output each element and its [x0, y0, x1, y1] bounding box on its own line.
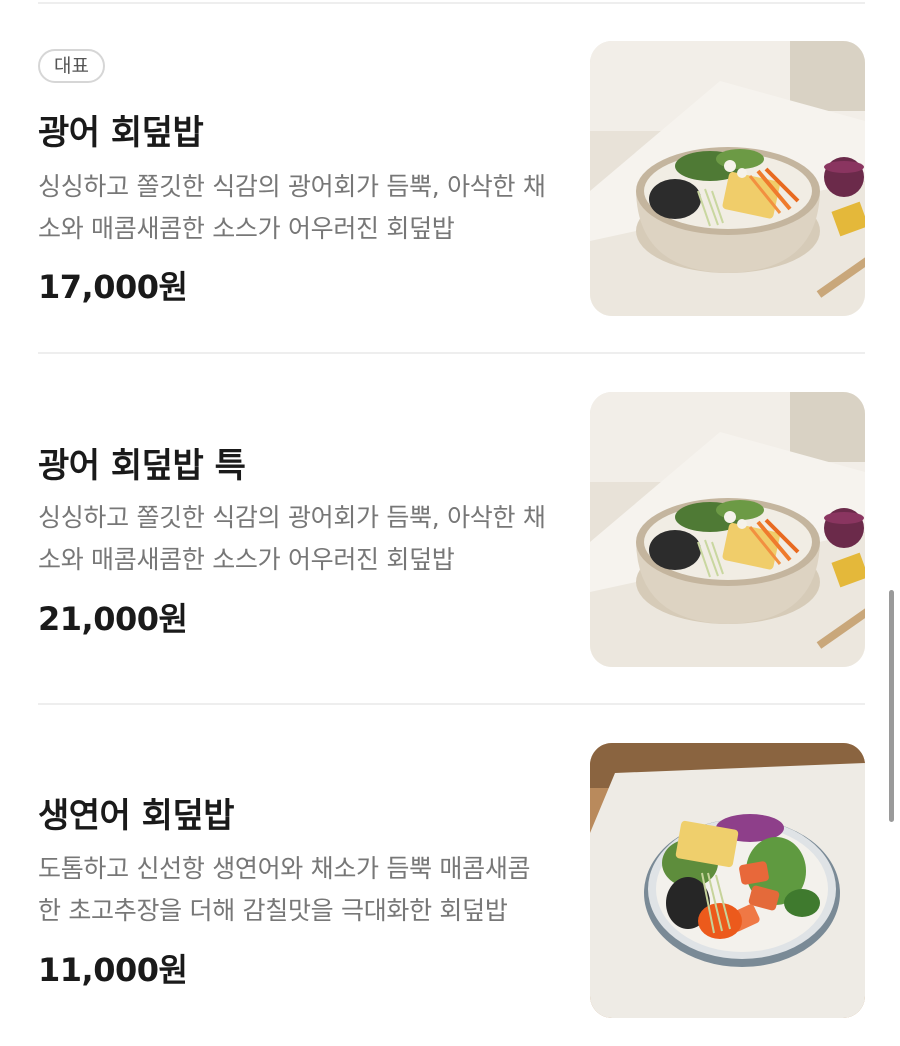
menu-item-price: 21,000원: [38, 600, 188, 638]
menu-item-photo[interactable]: [590, 392, 865, 667]
menu-item-description: 도톰하고 신선항 생연어와 채소가 듬뿍 매콤새콤한 초고추장을 더해 감칠맛을…: [38, 854, 531, 925]
menu-item-description: 싱싱하고 쫄깃한 식감의 광어회가 듬뿍, 아삭한 채소와 매콤새콤한 소스가 …: [38, 503, 546, 574]
menu-item-gwangeo-hoedeopbap[interactable]: 대표 광어 회덮밥 싱싱하고 쫄깃한 식감의 광어회가 듬뿍, 아삭한 채소와 …: [0, 0, 900, 350]
menu-item-description: 싱싱하고 쫄깃한 식감의 광어회가 듬뿍, 아삭한 채소와 매콤새콤한 소스가 …: [38, 172, 546, 243]
salmon-bowl-photo: [590, 743, 865, 1018]
menu-item-name: 광어 회덮밥: [38, 113, 204, 153]
flatfish-bowl-photo: [590, 41, 865, 316]
menu-item-name: 광어 회덮밥 특: [38, 446, 246, 486]
menu-item-photo[interactable]: [590, 743, 865, 1018]
menu-item-salmon-hoedeopbap[interactable]: 생연어 회덮밥 도톰하고 신선항 생연어와 채소가 듬뿍 매콤새콤한 초고추장을…: [0, 703, 900, 1046]
menu-item-gwangeo-hoedeopbap-special[interactable]: 광어 회덮밥 특 싱싱하고 쫄깃한 식감의 광어회가 듬뿍, 아삭한 채소와 매…: [0, 352, 900, 702]
menu-item-price: 17,000원: [38, 268, 188, 306]
menu-list-page: 대표 광어 회덮밥 싱싱하고 쫄깃한 식감의 광어회가 듬뿍, 아삭한 채소와 …: [0, 0, 900, 1046]
menu-item-price: 11,000원: [38, 951, 188, 989]
flatfish-bowl-special-photo: [590, 392, 865, 667]
signature-badge: 대표: [38, 49, 105, 83]
menu-item-name: 생연어 회덮밥: [38, 796, 235, 836]
scrollbar[interactable]: [889, 590, 894, 822]
menu-item-photo[interactable]: [590, 41, 865, 316]
